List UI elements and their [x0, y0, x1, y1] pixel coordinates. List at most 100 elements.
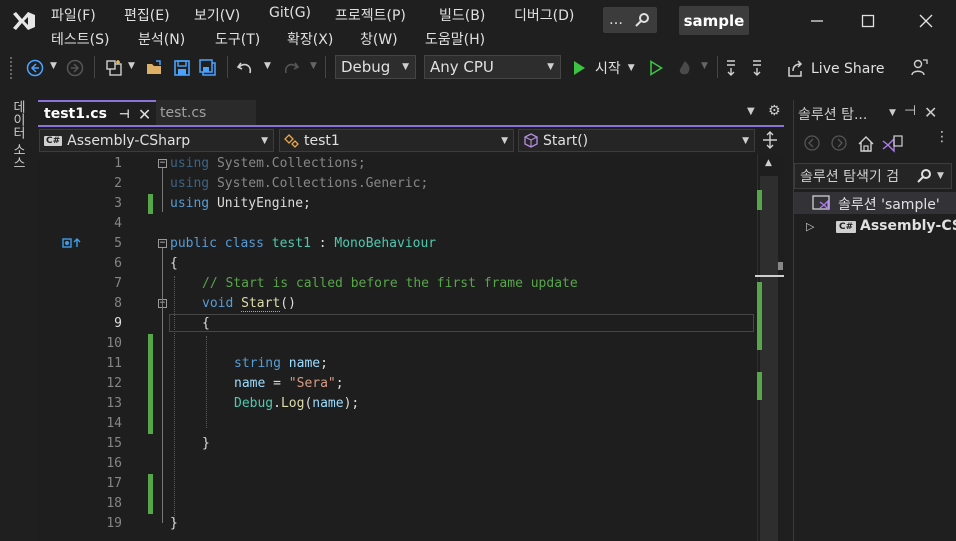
menu-view[interactable]: 보기(V) — [194, 5, 240, 25]
collapse-region-icon[interactable]: − — [158, 239, 167, 248]
line-number: 14 — [106, 416, 122, 431]
solution-explorer-title: 솔루션 탐... — [798, 107, 868, 123]
menu-debug[interactable]: 디버그(D) — [514, 5, 574, 25]
line-number: 7 — [114, 276, 122, 291]
start-without-debugging-button[interactable] — [646, 57, 666, 79]
hot-reload-button[interactable] — [674, 57, 696, 79]
line-number: 10 — [106, 336, 122, 351]
redo-button[interactable] — [280, 57, 302, 79]
undo-dropdown-icon[interactable]: ▼ — [264, 61, 271, 71]
feedback-button[interactable] — [907, 57, 931, 79]
save-all-button[interactable] — [197, 57, 219, 79]
menu-tools[interactable]: 도구(T) — [215, 29, 260, 49]
member-navigation-select[interactable]: Start() ▼ — [518, 129, 755, 152]
se-back-button[interactable] — [804, 135, 820, 155]
start-dropdown-icon[interactable]: ▼ — [628, 63, 635, 73]
new-dropdown-icon[interactable]: ▼ — [128, 61, 135, 71]
solution-icon — [812, 194, 832, 216]
tab-test1-cs[interactable]: test1.cs ⊣ ✕ — [38, 100, 156, 126]
line-number: 2 — [114, 176, 122, 191]
type-navigation-select[interactable]: test1 ▼ — [279, 129, 514, 152]
close-panel-icon[interactable]: ✕ — [924, 103, 937, 122]
back-dropdown-icon[interactable]: ▼ — [50, 61, 57, 71]
start-debugging-button[interactable]: 시작 ▼ — [572, 57, 635, 79]
tab-label: test.cs — [160, 105, 207, 121]
open-file-button[interactable] — [144, 57, 166, 79]
line-number: 4 — [114, 216, 122, 231]
hot-reload-dropdown-icon[interactable]: ▼ — [701, 61, 708, 71]
current-line-highlight — [169, 314, 754, 332]
switch-views-icon — [882, 135, 903, 153]
line-number: 15 — [106, 436, 122, 451]
tree-item-project[interactable]: Assembly-CSharp — [860, 218, 956, 234]
split-editor-button[interactable] — [760, 130, 780, 150]
chevron-down-icon: ▼ — [742, 135, 749, 146]
menu-file[interactable]: 파일(F) — [51, 5, 96, 25]
line-number: 11 — [106, 356, 122, 371]
new-project-button[interactable] — [103, 57, 125, 79]
close-window-button[interactable] — [912, 8, 940, 34]
forward-button[interactable] — [64, 57, 86, 79]
menu-test[interactable]: 테스트(S) — [51, 29, 109, 49]
member-name: Start() — [543, 132, 589, 149]
solution-explorer-search-input[interactable]: 솔루션 탐색기 검 ▼ — [794, 163, 952, 189]
live-share-button[interactable]: Live Share — [786, 58, 884, 80]
maximize-button[interactable] — [854, 8, 882, 34]
fold-line — [162, 168, 163, 212]
se-home-button[interactable] — [857, 135, 875, 157]
menu-project[interactable]: 프로젝트(P) — [335, 5, 406, 25]
step-over-button[interactable] — [723, 57, 739, 79]
toolbar-separator — [325, 56, 326, 78]
back-button[interactable] — [24, 57, 46, 79]
panel-options-dropdown-icon[interactable]: ▼ — [889, 108, 896, 118]
se-forward-button[interactable] — [831, 135, 847, 155]
scrollbar-change-marker — [757, 372, 762, 400]
code-line-15: } — [202, 436, 210, 451]
scrollbar-caret-marker — [755, 275, 784, 277]
save-button[interactable] — [171, 57, 193, 79]
search-options-dropdown-icon[interactable]: ▼ — [937, 171, 944, 181]
search-button[interactable]: … — [603, 7, 657, 33]
configuration-value: Debug — [341, 58, 391, 76]
expand-arrow-icon[interactable]: ▷ — [806, 220, 814, 233]
menu-git[interactable]: Git(G) — [269, 5, 311, 21]
scroll-up-arrow-icon[interactable]: ▲ — [765, 158, 772, 168]
code-line-9: { — [202, 316, 210, 331]
toolbar-separator — [227, 56, 228, 78]
code-line-2: using System.Collections.Generic; — [170, 176, 429, 191]
settings-gear-icon[interactable]: ⚙ — [768, 103, 781, 119]
step-into-button[interactable] — [749, 57, 765, 79]
close-icon — [919, 14, 933, 28]
redo-dropdown-icon[interactable]: ▼ — [310, 61, 317, 71]
visual-studio-logo-icon[interactable] — [10, 8, 38, 34]
menu-extensions[interactable]: 확장(X) — [287, 29, 333, 49]
solution-platform-select[interactable]: Any CPU ▼ — [424, 55, 561, 79]
menu-edit[interactable]: 편집(E) — [124, 5, 170, 25]
tab-list-dropdown-icon[interactable]: ▼ — [747, 106, 755, 117]
solution-configuration-select[interactable]: Debug ▼ — [335, 55, 416, 79]
tree-item-solution[interactable]: 솔루션 'sample' — [838, 194, 940, 214]
data-sources-side-tab[interactable]: 데이터 소스 — [9, 100, 27, 184]
tab-test-cs[interactable]: test.cs — [156, 100, 256, 126]
scrollbar-thumb[interactable] — [760, 176, 778, 541]
menu-build[interactable]: 빌드(B) — [439, 5, 485, 25]
menu-help[interactable]: 도움말(H) — [425, 29, 485, 49]
menu-window[interactable]: 창(W) — [360, 29, 398, 49]
code-line-8: void Start() — [202, 296, 296, 312]
save-icon — [174, 60, 190, 76]
nav-forward-icon — [66, 59, 84, 77]
collapse-region-icon[interactable]: − — [158, 159, 167, 168]
auto-hide-pin-icon[interactable]: ⊣ — [904, 103, 916, 119]
line-number: 3 — [114, 196, 122, 211]
close-tab-icon[interactable]: ✕ — [138, 105, 151, 124]
se-switch-views-button[interactable] — [882, 135, 904, 157]
line-number: 13 — [106, 396, 122, 411]
menu-analyze[interactable]: 분석(N) — [138, 29, 185, 49]
undo-button[interactable] — [234, 57, 256, 79]
pin-icon[interactable]: ⊣ — [119, 107, 130, 121]
minimize-button[interactable] — [803, 8, 831, 34]
project-navigation-select[interactable]: C# Assembly-CSharp ▼ — [39, 129, 274, 152]
more-options-icon[interactable]: ⋮ — [935, 129, 949, 145]
fold-line — [162, 248, 163, 523]
toolbar-grip[interactable] — [10, 57, 16, 79]
